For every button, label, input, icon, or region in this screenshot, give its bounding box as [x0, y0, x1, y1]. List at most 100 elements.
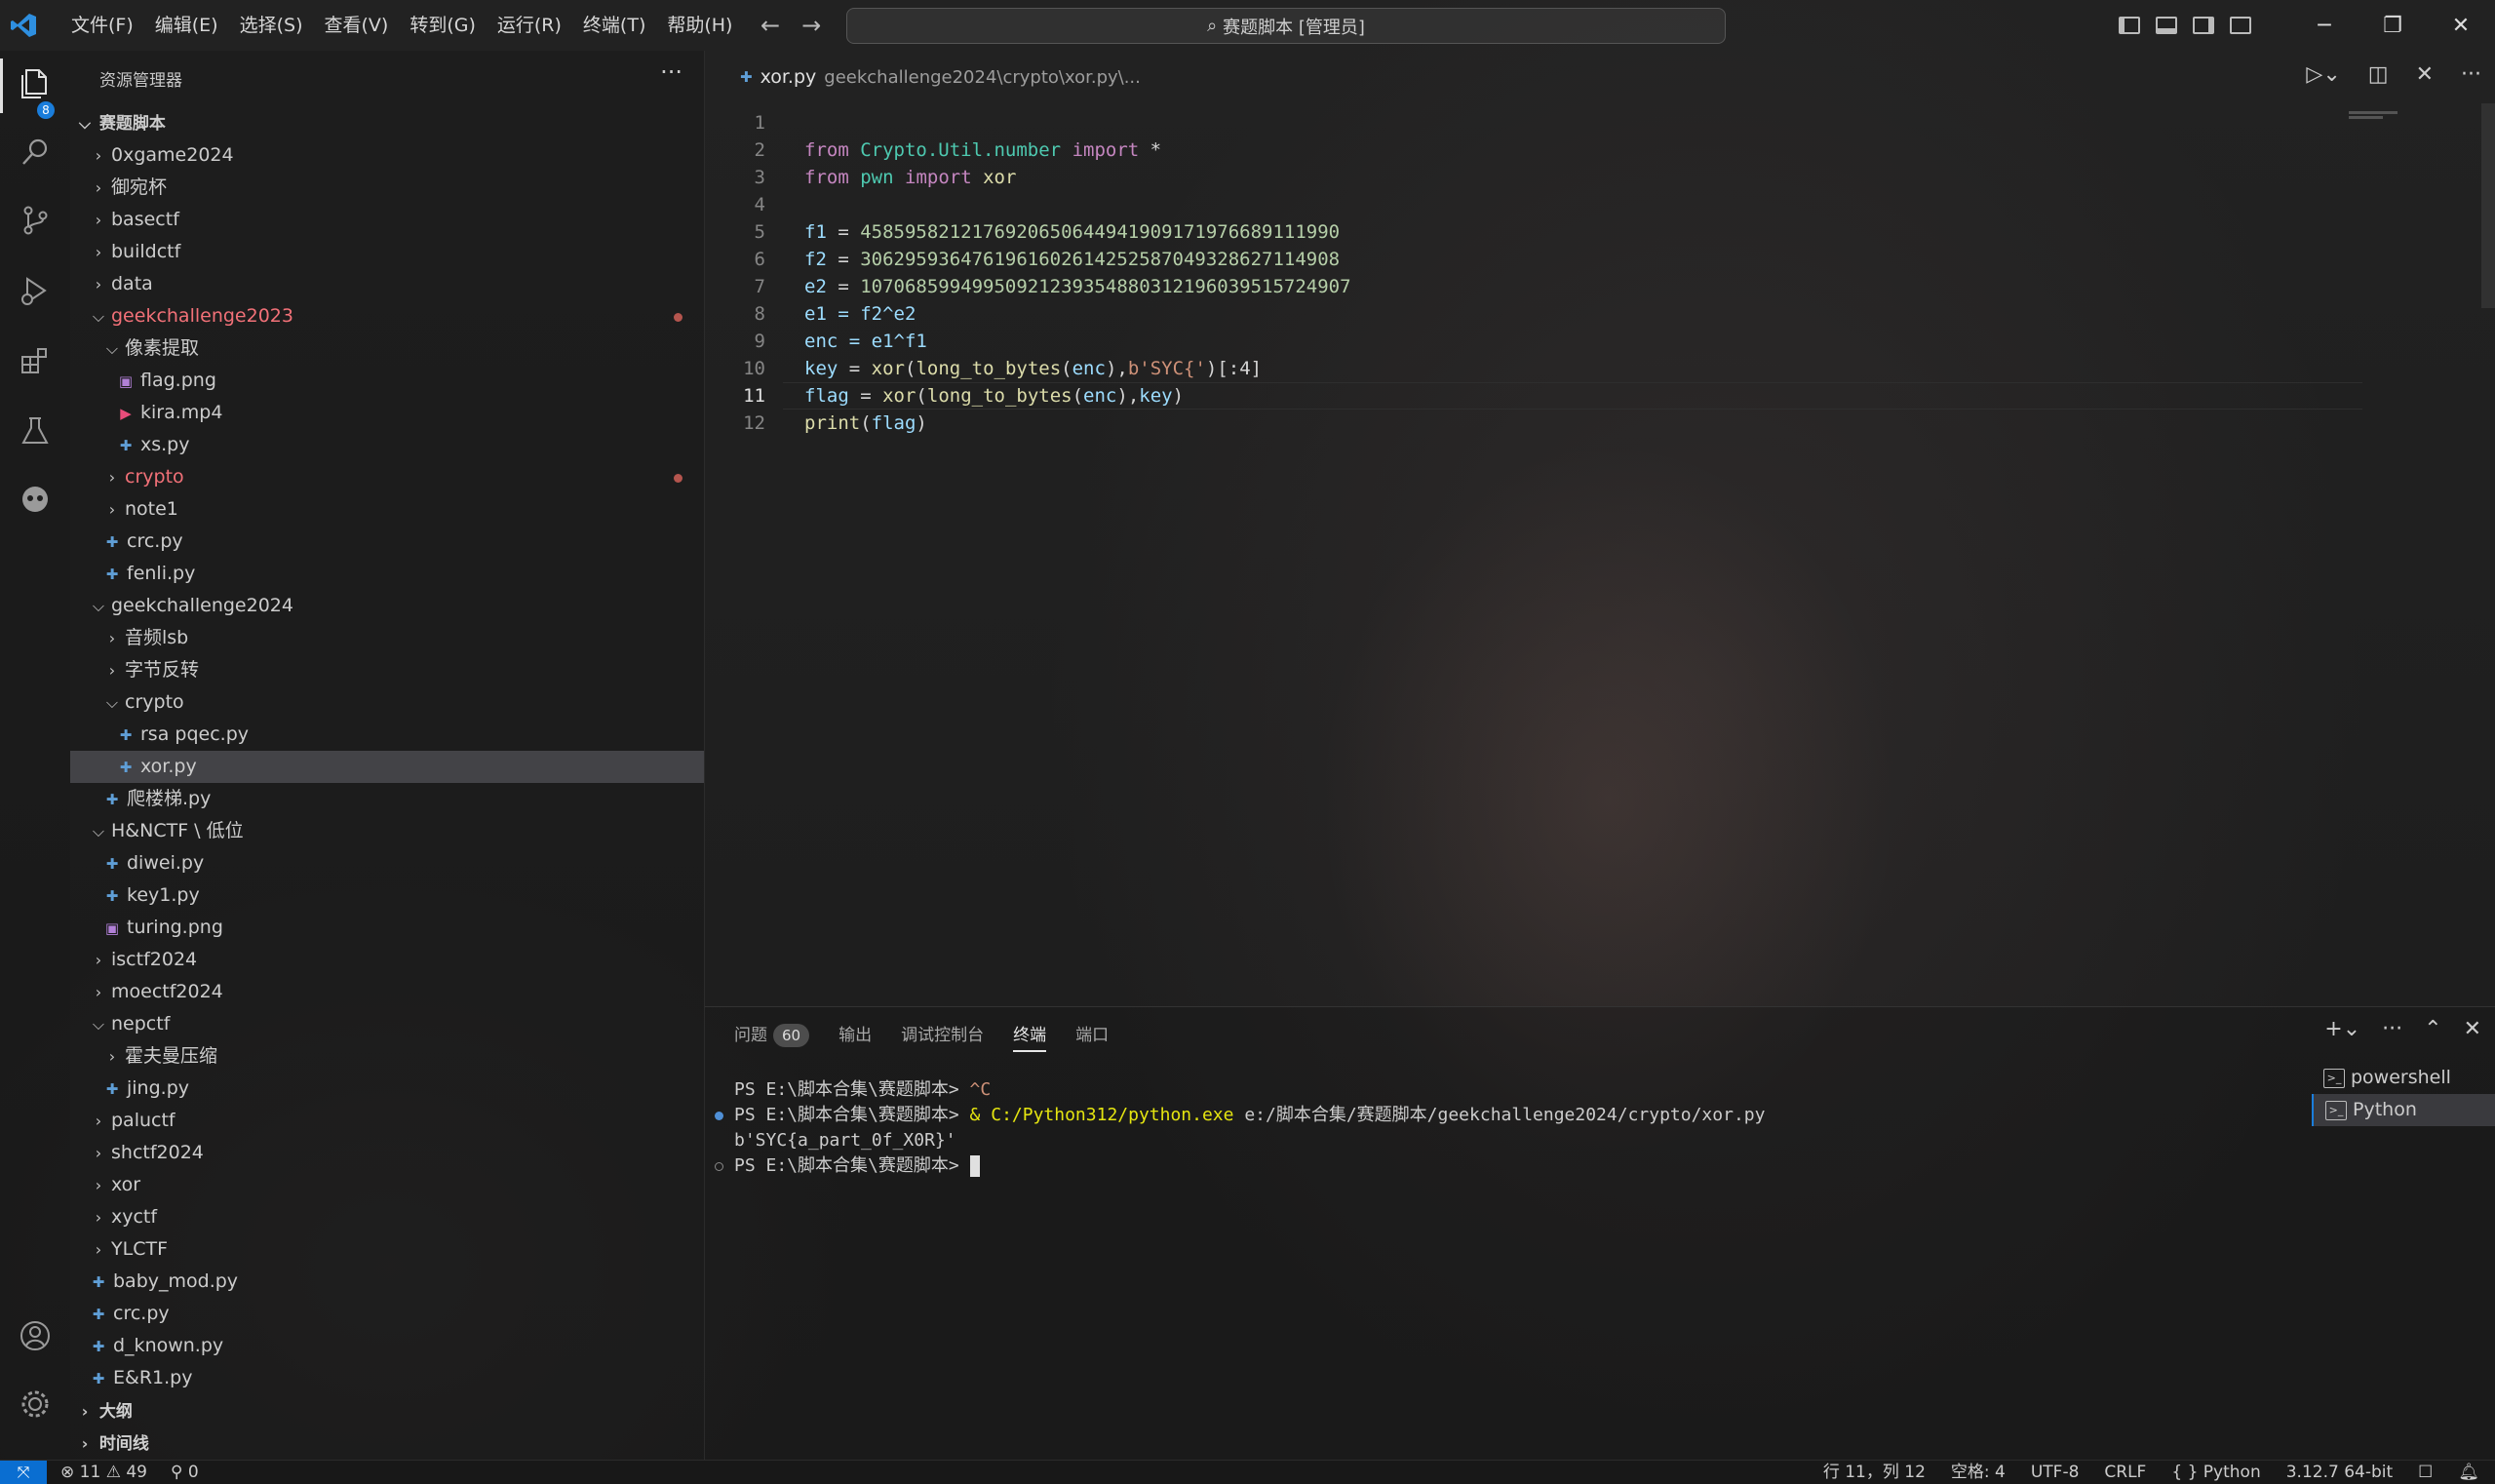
more-actions-icon[interactable]: ··· — [2382, 1017, 2402, 1041]
terminal-powershell[interactable]: >_ powershell — [2312, 1062, 2495, 1094]
tree-file[interactable]: ▣ turing.png — [70, 912, 704, 944]
indentation[interactable]: 空格: 4 — [1951, 1461, 2006, 1484]
tree-file[interactable]: ▣ flag.png — [70, 365, 704, 397]
tree-folder[interactable]: › 音频lsb — [70, 622, 704, 654]
account-icon[interactable] — [18, 1318, 53, 1353]
restore-button[interactable]: ❐ — [2359, 14, 2427, 38]
cursor-position[interactable]: 行 11，列 12 — [1823, 1461, 1926, 1484]
tree-file[interactable]: ✚ crc.py — [70, 1298, 704, 1330]
notifications-bell-icon[interactable]: 🔔︎ — [2458, 1461, 2479, 1484]
language-mode[interactable]: { } Python — [2171, 1461, 2260, 1484]
tree-folder[interactable]: › xyctf — [70, 1201, 704, 1233]
tree-folder[interactable]: ⌵ geekchallenge2023 — [70, 300, 704, 332]
tree-file[interactable]: ✚ diwei.py — [70, 847, 704, 879]
back-arrow-icon[interactable]: ← — [760, 12, 780, 39]
tree-file[interactable]: ✚ E&R1.py — [70, 1362, 704, 1394]
python-interpreter[interactable]: 3.12.7 64-bit — [2286, 1461, 2393, 1484]
tree-folder[interactable]: › moectf2024 — [70, 976, 704, 1008]
tree-folder[interactable]: › paluctf — [70, 1105, 704, 1137]
forward-arrow-icon[interactable]: → — [801, 12, 821, 39]
split-editor-icon[interactable]: ◫ — [2368, 62, 2389, 87]
encoding[interactable]: UTF-8 — [2031, 1461, 2080, 1484]
tree-file[interactable]: ✚ 爬楼梯.py — [70, 783, 704, 815]
close-tab-icon[interactable]: ✕ — [2416, 62, 2434, 87]
tree-root[interactable]: ⌵ 赛题脚本 — [70, 107, 704, 139]
menu-terminal[interactable]: 终端(T) — [572, 0, 656, 51]
toggle-secondary-sidebar-icon[interactable] — [2193, 17, 2214, 34]
tree-file[interactable]: ✚ key1.py — [70, 879, 704, 912]
tree-folder[interactable]: › basectf — [70, 204, 704, 236]
more-actions-icon[interactable]: ··· — [2461, 62, 2481, 87]
tree-file[interactable]: ✚ xor.py — [70, 751, 704, 783]
tree-folder[interactable]: › 0xgame2024 — [70, 139, 704, 172]
command-center[interactable]: ⌕ 赛题脚本 [管理员] — [846, 8, 1726, 44]
toggle-panel-icon[interactable] — [2156, 17, 2177, 34]
menu-help[interactable]: 帮助(H) — [656, 0, 743, 51]
tab-debug-console[interactable]: 调试控制台 — [901, 1021, 984, 1052]
editor-scrollbar[interactable] — [2481, 103, 2495, 308]
tree-file[interactable]: ✚ jing.py — [70, 1073, 704, 1105]
extensions-icon[interactable] — [18, 343, 53, 378]
tree-file[interactable]: ✚ rsa pqec.py — [70, 719, 704, 751]
outline-section[interactable]: › 大纲 — [70, 1395, 704, 1427]
minimap[interactable] — [2349, 109, 2398, 123]
menu-selection[interactable]: 选择(S) — [229, 0, 314, 51]
tab-ports[interactable]: 端口 — [1075, 1021, 1109, 1052]
tree-folder[interactable]: › buildctf — [70, 236, 704, 268]
tree-folder[interactable]: › crypto — [70, 461, 704, 493]
breadcrumb[interactable]: geekchallenge2024\crypto\xor.py\... — [824, 67, 1141, 88]
tree-folder[interactable]: › YLCTF — [70, 1233, 704, 1266]
toggle-sidebar-icon[interactable] — [2119, 17, 2140, 34]
tab-output[interactable]: 输出 — [838, 1021, 872, 1052]
tree-folder[interactable]: ⌵ H&NCTF \ 低位 — [70, 815, 704, 847]
close-panel-icon[interactable]: ✕ — [2464, 1017, 2481, 1041]
feedback-icon[interactable]: ☐ — [2418, 1461, 2433, 1484]
menu-go[interactable]: 转到(G) — [399, 0, 487, 51]
search-icon[interactable] — [18, 135, 53, 170]
tree-folder[interactable]: ⌵ 像素提取 — [70, 332, 704, 365]
tree-file[interactable]: ✚ xs.py — [70, 429, 704, 461]
tab-terminal[interactable]: 终端 — [1013, 1021, 1047, 1052]
tree-folder[interactable]: › data — [70, 268, 704, 300]
tree-file[interactable]: ✚ fenli.py — [70, 558, 704, 590]
remote-indicator-icon[interactable]: ⤧ — [0, 1461, 47, 1484]
tab-problems[interactable]: 问题 60 — [734, 1021, 810, 1052]
tree-file[interactable]: ✚ crc.py — [70, 526, 704, 558]
settings-gear-icon[interactable] — [18, 1386, 53, 1422]
tree-file[interactable]: ✚ d_known.py — [70, 1330, 704, 1362]
source-control-icon[interactable] — [18, 203, 53, 238]
menu-view[interactable]: 查看(V) — [314, 0, 400, 51]
new-terminal-icon[interactable]: +⌄ — [2324, 1017, 2360, 1041]
timeline-section[interactable]: › 时间线 — [70, 1427, 704, 1460]
terminal-python[interactable]: >_ Python — [2312, 1094, 2495, 1126]
ports-status[interactable]: ⚲ 0 — [171, 1461, 199, 1484]
tree-folder[interactable]: › 御宛杯 — [70, 172, 704, 204]
minimize-button[interactable]: ─ — [2290, 14, 2359, 38]
tab-xor-py[interactable]: xor.py — [760, 66, 817, 88]
tree-folder[interactable]: › isctf2024 — [70, 944, 704, 976]
tree-folder[interactable]: › shctf2024 — [70, 1137, 704, 1169]
tree-folder[interactable]: ⌵ crypto — [70, 686, 704, 719]
tree-folder[interactable]: › 字节反转 — [70, 654, 704, 686]
menu-edit[interactable]: 编辑(E) — [144, 0, 229, 51]
terminal-output[interactable]: PS E:\脚本合集\赛题脚本> ^C PS E:\脚本合集\赛题脚本> & C… — [715, 1077, 1765, 1179]
remote-explorer-icon[interactable] — [18, 482, 53, 517]
maximize-panel-icon[interactable]: ⌃ — [2424, 1017, 2441, 1041]
tree-folder[interactable]: › xor — [70, 1169, 704, 1201]
tree-file[interactable]: ✚ baby_mod.py — [70, 1266, 704, 1298]
menu-file[interactable]: 文件(F) — [60, 0, 144, 51]
tree-folder[interactable]: › 霍夫曼压缩 — [70, 1040, 704, 1073]
more-actions-icon[interactable]: ··· — [660, 59, 682, 86]
explorer-icon[interactable] — [18, 66, 53, 101]
run-debug-icon[interactable] — [18, 273, 53, 308]
tree-file[interactable]: ▶ kira.mp4 — [70, 397, 704, 429]
testing-flask-icon[interactable] — [18, 413, 53, 449]
line-endings[interactable]: CRLF — [2104, 1461, 2146, 1484]
customize-layout-icon[interactable] — [2230, 17, 2251, 34]
tree-folder[interactable]: ⌵ nepctf — [70, 1008, 704, 1040]
tree-folder[interactable]: ⌵ geekchallenge2024 — [70, 590, 704, 622]
errors-status[interactable]: ⊗ 11 ⚠ 49 — [60, 1461, 147, 1484]
close-window-button[interactable]: ✕ — [2427, 14, 2495, 38]
menu-run[interactable]: 运行(R) — [487, 0, 572, 51]
run-python-icon[interactable]: ▷⌄ — [2306, 62, 2340, 87]
